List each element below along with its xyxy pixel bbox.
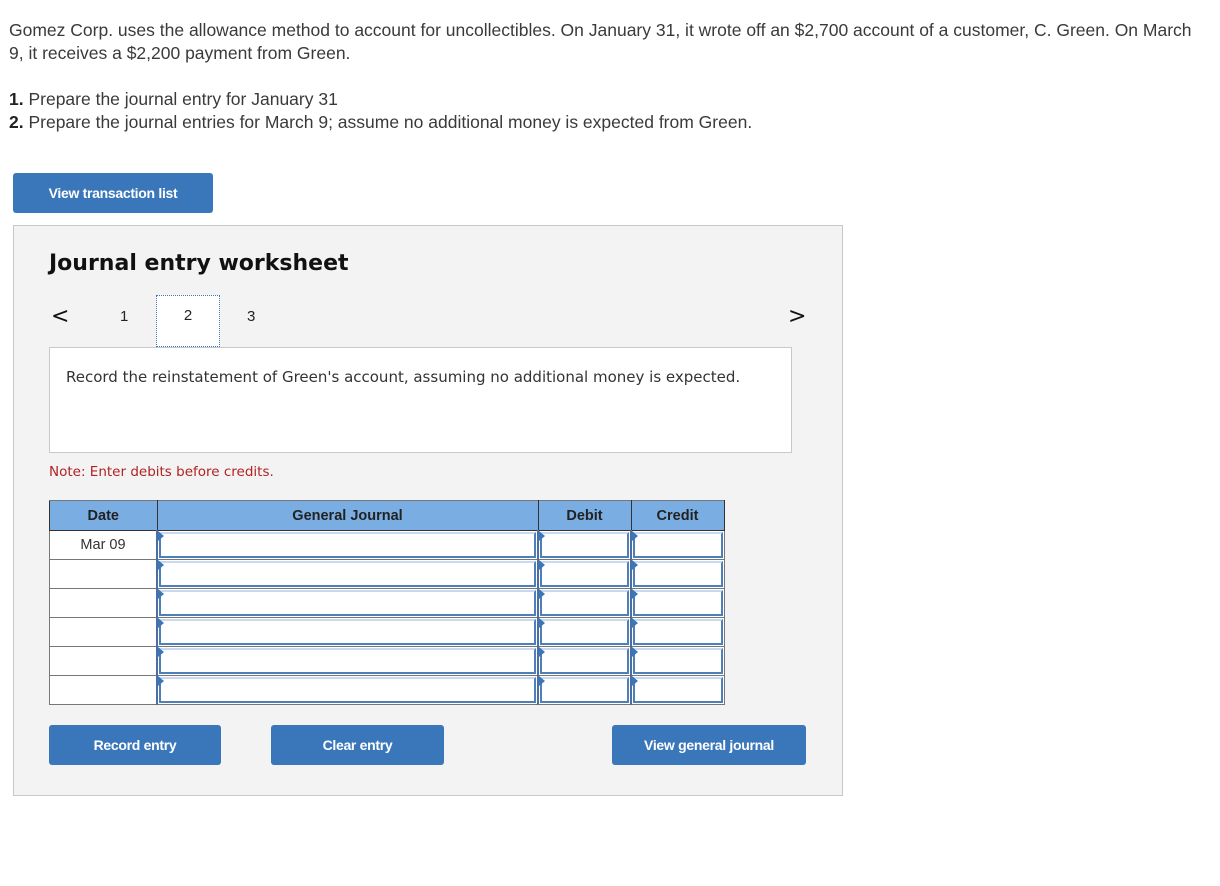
- table-row: [49, 646, 725, 676]
- debit-input[interactable]: [540, 561, 629, 587]
- instruction-box: Record the reinstatement of Green's acco…: [49, 347, 792, 453]
- table-row: [49, 588, 725, 618]
- table-row: [49, 675, 725, 705]
- worksheet-title: Journal entry worksheet: [49, 251, 349, 276]
- requirement-number: 1.: [9, 89, 24, 109]
- dropdown-marker-icon: [632, 531, 638, 541]
- dropdown-marker-icon: [158, 647, 164, 657]
- problem-statement: Gomez Corp. uses the allowance method to…: [9, 19, 1209, 65]
- header-date: Date: [49, 500, 158, 531]
- debit-cell: [537, 675, 632, 705]
- dropdown-marker-icon: [158, 589, 164, 599]
- requirement-text: Prepare the journal entry for January 31: [23, 89, 338, 109]
- date-cell: [49, 588, 158, 618]
- dropdown-marker-icon: [158, 618, 164, 628]
- journal-table: Date General Journal Debit Credit Mar 09: [49, 500, 725, 705]
- dropdown-marker-icon: [632, 560, 638, 570]
- date-cell: [49, 617, 158, 647]
- header-credit: Credit: [630, 500, 725, 531]
- page-tab-2-current[interactable]: 2: [156, 295, 220, 347]
- debit-cell: [537, 617, 632, 647]
- chevron-right-icon[interactable]: >: [788, 304, 806, 329]
- debit-cell: [537, 530, 632, 560]
- debit-input[interactable]: [540, 619, 629, 645]
- credit-input[interactable]: [633, 648, 723, 674]
- date-cell: [49, 675, 158, 705]
- requirements-list: 1. Prepare the journal entry for January…: [9, 88, 752, 134]
- dropdown-marker-icon: [632, 647, 638, 657]
- credit-input[interactable]: [633, 590, 723, 616]
- dropdown-marker-icon: [539, 647, 545, 657]
- credit-cell: [630, 617, 725, 647]
- account-cell: [156, 588, 539, 618]
- table-header-row: Date General Journal Debit Credit: [49, 500, 725, 531]
- table-row: [49, 559, 725, 589]
- worksheet-pager: < 1 2 3 >: [14, 295, 842, 351]
- chevron-left-icon[interactable]: <: [51, 304, 69, 329]
- requirement-number: 2.: [9, 112, 24, 132]
- page-tab-1[interactable]: 1: [120, 308, 128, 325]
- credit-cell: [630, 559, 725, 589]
- account-input[interactable]: [159, 532, 536, 558]
- view-transaction-list-button[interactable]: View transaction list: [13, 173, 213, 213]
- dropdown-marker-icon: [632, 618, 638, 628]
- debit-cell: [537, 588, 632, 618]
- journal-entry-worksheet: Journal entry worksheet < 1 2 3 > Record…: [13, 225, 843, 796]
- credit-cell: [630, 588, 725, 618]
- credit-cell: [630, 675, 725, 705]
- debit-cell: [537, 559, 632, 589]
- view-general-journal-button[interactable]: View general journal: [612, 725, 806, 765]
- date-cell: [49, 646, 158, 676]
- table-row: [49, 617, 725, 647]
- account-cell: [156, 675, 539, 705]
- requirement-1: 1. Prepare the journal entry for January…: [9, 88, 752, 111]
- dropdown-marker-icon: [158, 676, 164, 686]
- dropdown-marker-icon: [539, 589, 545, 599]
- requirement-2: 2. Prepare the journal entries for March…: [9, 111, 752, 134]
- debit-input[interactable]: [540, 648, 629, 674]
- debit-input[interactable]: [540, 677, 629, 703]
- date-cell: Mar 09: [49, 530, 158, 560]
- dropdown-marker-icon: [158, 560, 164, 570]
- account-input[interactable]: [159, 619, 536, 645]
- debit-cell: [537, 646, 632, 676]
- account-cell: [156, 646, 539, 676]
- header-debit: Debit: [537, 500, 632, 531]
- account-input[interactable]: [159, 648, 536, 674]
- account-cell: [156, 617, 539, 647]
- table-row: Mar 09: [49, 530, 725, 560]
- account-input[interactable]: [159, 590, 536, 616]
- record-entry-button[interactable]: Record entry: [49, 725, 221, 765]
- dropdown-marker-icon: [539, 531, 545, 541]
- dropdown-marker-icon: [632, 589, 638, 599]
- credit-input[interactable]: [633, 619, 723, 645]
- requirement-text: Prepare the journal entries for March 9;…: [23, 112, 753, 132]
- credit-cell: [630, 646, 725, 676]
- account-cell: [156, 530, 539, 560]
- account-input[interactable]: [159, 677, 536, 703]
- credit-input[interactable]: [633, 532, 723, 558]
- account-cell: [156, 559, 539, 589]
- header-general-journal: General Journal: [156, 500, 539, 531]
- date-cell: [49, 559, 158, 589]
- dropdown-marker-icon: [539, 676, 545, 686]
- dropdown-marker-icon: [158, 531, 164, 541]
- dropdown-marker-icon: [632, 676, 638, 686]
- note-text: Note: Enter debits before credits.: [49, 464, 274, 480]
- credit-input[interactable]: [633, 561, 723, 587]
- debit-input[interactable]: [540, 590, 629, 616]
- dropdown-marker-icon: [539, 618, 545, 628]
- credit-cell: [630, 530, 725, 560]
- clear-entry-button[interactable]: Clear entry: [271, 725, 444, 765]
- debit-input[interactable]: [540, 532, 629, 558]
- page-tab-3[interactable]: 3: [247, 308, 255, 325]
- account-input[interactable]: [159, 561, 536, 587]
- problem-text: Gomez Corp. uses the allowance method to…: [9, 20, 1192, 63]
- credit-input[interactable]: [633, 677, 723, 703]
- dropdown-marker-icon: [539, 560, 545, 570]
